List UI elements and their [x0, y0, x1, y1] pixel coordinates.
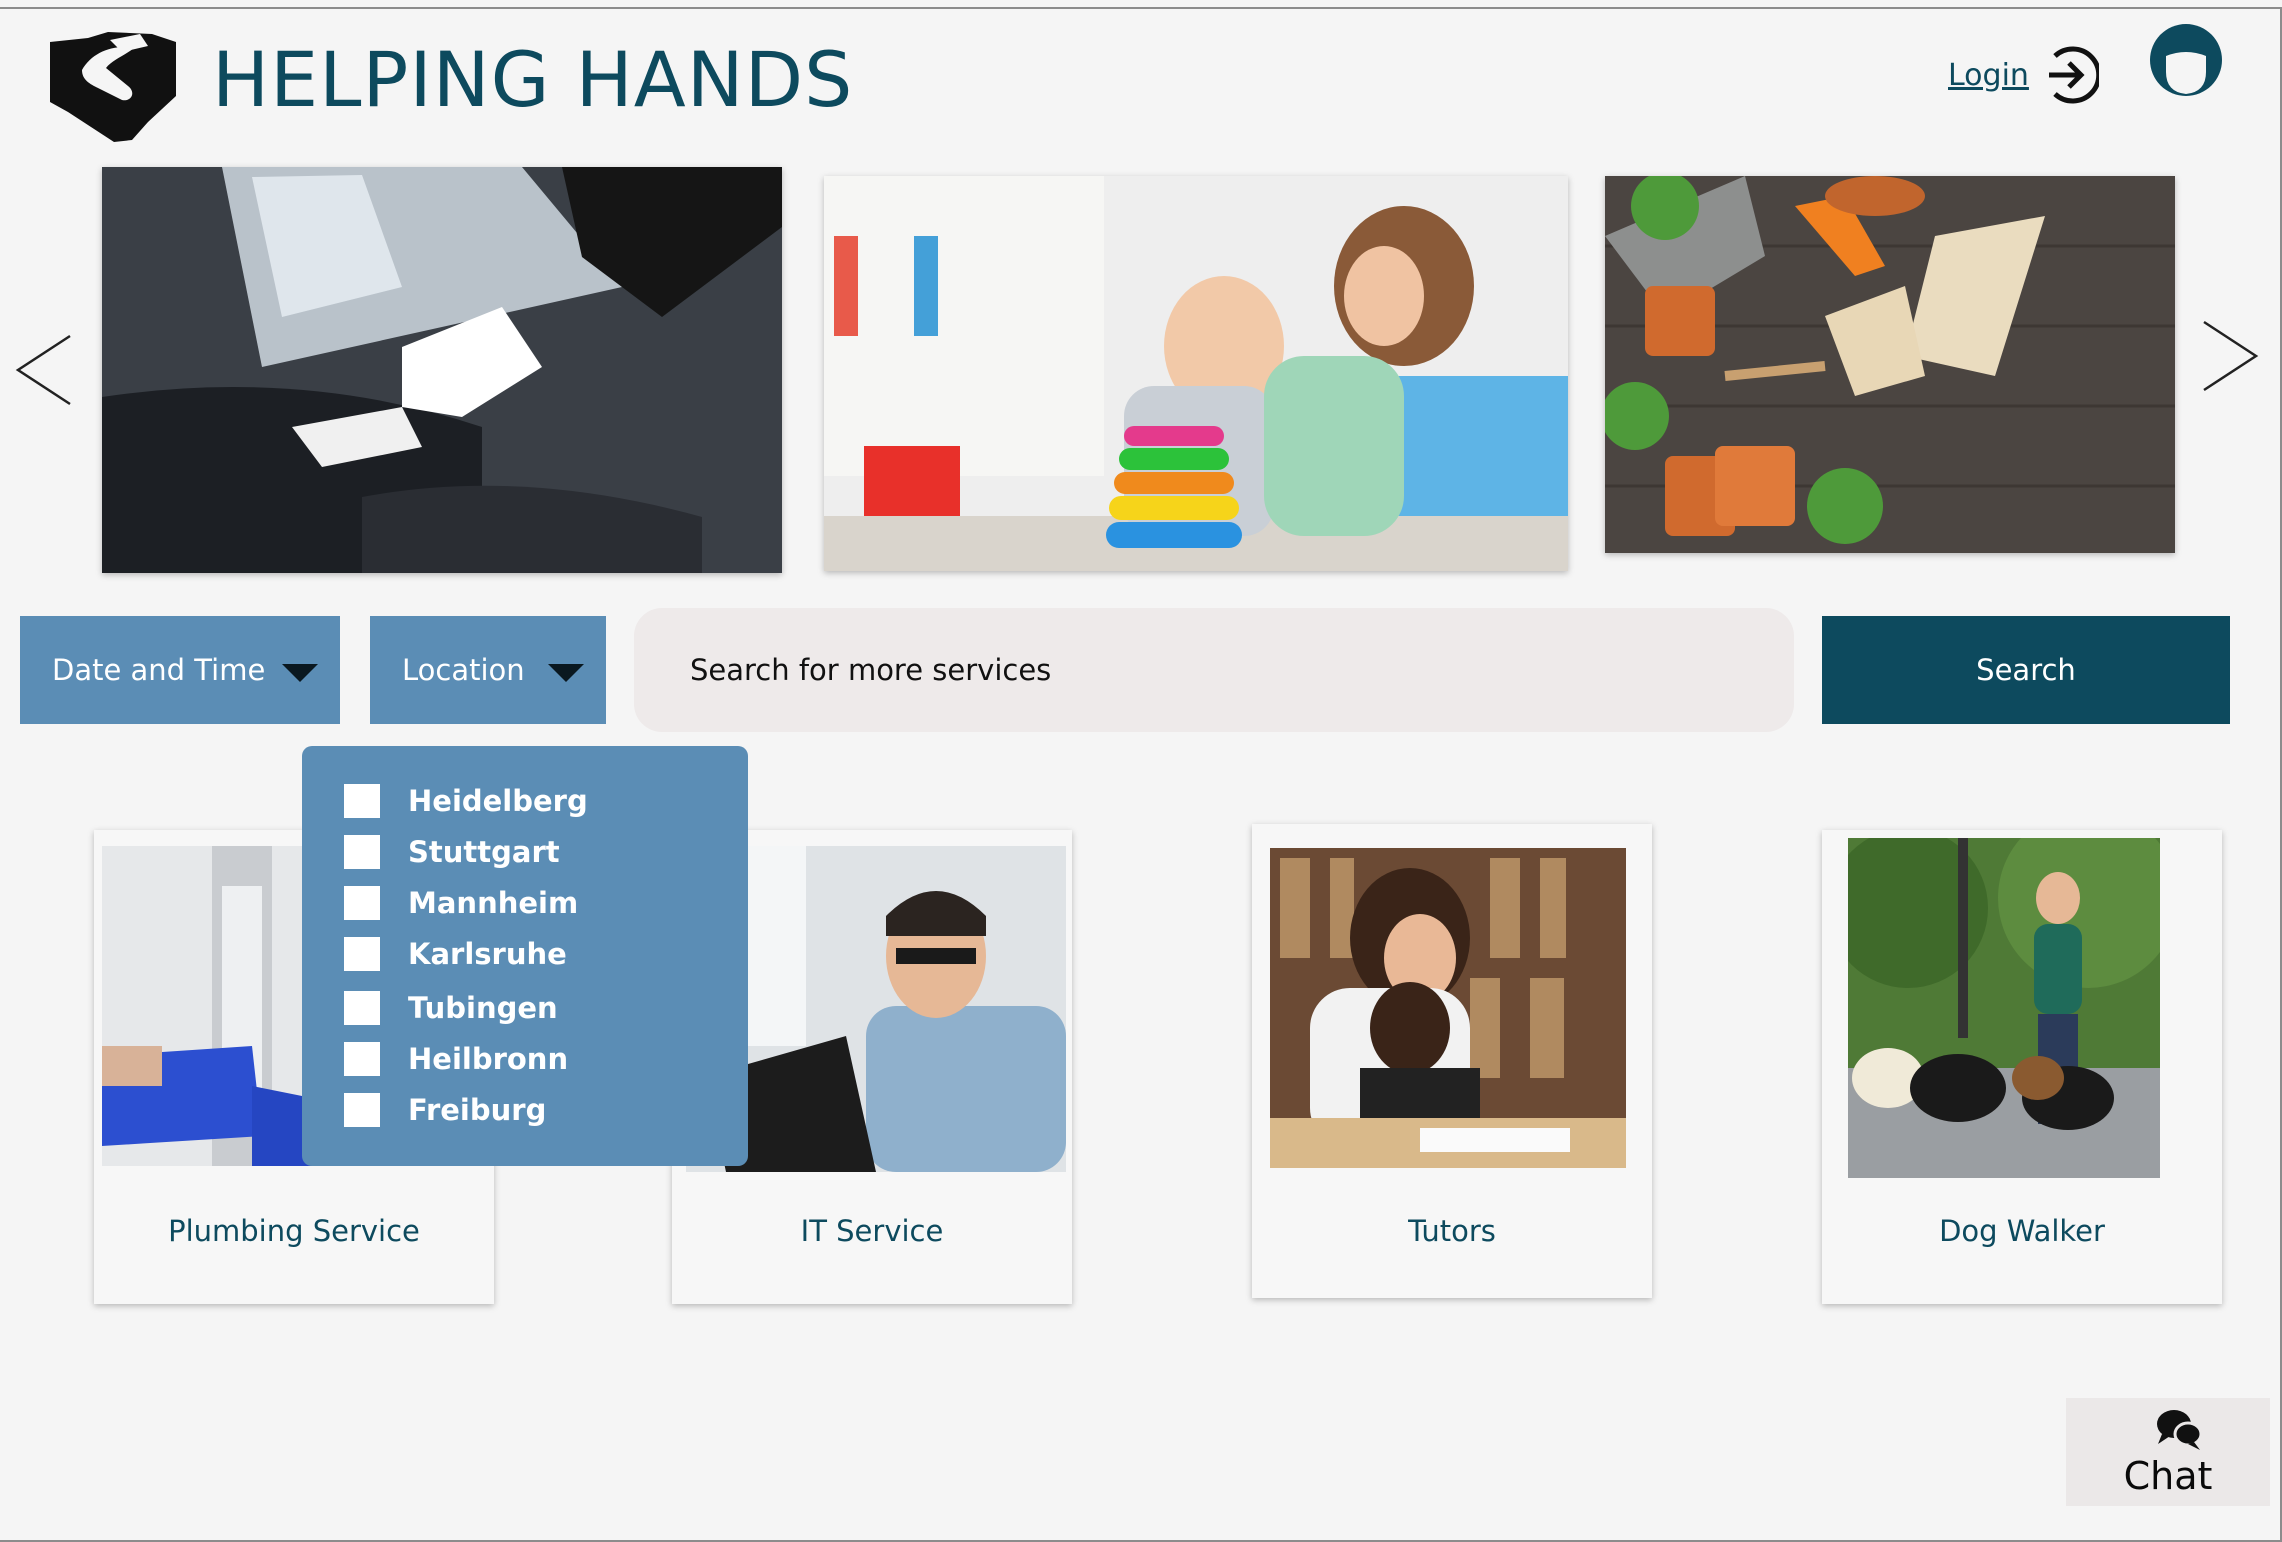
date-time-label: Date and Time: [52, 653, 266, 687]
service-label: Dog Walker: [1939, 1214, 2105, 1248]
login-arrow-icon[interactable]: [2037, 44, 2099, 106]
location-dropdown[interactable]: Location: [370, 616, 606, 724]
service-label: IT Service: [800, 1214, 944, 1248]
search-input[interactable]: [634, 608, 1794, 732]
caret-down-icon: [548, 664, 584, 682]
location-option-mannheim[interactable]: Mannheim: [344, 886, 578, 920]
chat-button[interactable]: Chat: [2066, 1398, 2270, 1506]
user-avatar-icon[interactable]: [2148, 22, 2224, 108]
checkbox[interactable]: [344, 937, 380, 971]
checkbox[interactable]: [344, 1093, 380, 1127]
checkbox[interactable]: [344, 991, 380, 1025]
service-card-dog-walker[interactable]: Dog Walker: [1822, 830, 2222, 1304]
login-label[interactable]: Login: [1948, 58, 2029, 93]
chevron-right-icon[interactable]: [2200, 316, 2260, 396]
checkbox[interactable]: [344, 886, 380, 920]
date-time-dropdown[interactable]: Date and Time: [20, 616, 340, 724]
location-dropdown-menu: Heidelberg Stuttgart Mannheim Karlsruhe …: [302, 746, 748, 1166]
handshake-icon[interactable]: [48, 30, 178, 145]
window-border-top: [0, 7, 2282, 9]
location-option-heidelberg[interactable]: Heidelberg: [344, 784, 588, 818]
location-option-heilbronn[interactable]: Heilbronn: [344, 1042, 568, 1076]
location-label: Location: [402, 653, 525, 687]
tutors-image: [1270, 848, 1626, 1168]
checkbox[interactable]: [344, 784, 380, 818]
location-option-label: Heidelberg: [408, 784, 588, 818]
location-option-stuttgart[interactable]: Stuttgart: [344, 835, 560, 869]
chat-label: Chat: [2123, 1454, 2213, 1498]
location-option-karlsruhe[interactable]: Karlsruhe: [344, 937, 567, 971]
checkbox[interactable]: [344, 1042, 380, 1076]
service-card-tutors[interactable]: Tutors: [1252, 824, 1652, 1298]
chevron-left-icon[interactable]: [14, 330, 74, 410]
carousel-image-gardening[interactable]: [1605, 176, 2175, 553]
service-label: Tutors: [1408, 1214, 1496, 1248]
carousel-image-chauffeur[interactable]: [102, 167, 782, 573]
location-option-label: Mannheim: [408, 886, 579, 920]
carousel-image-childcare[interactable]: [824, 176, 1568, 571]
location-option-label: Heilbronn: [408, 1042, 569, 1076]
location-option-label: Tubingen: [408, 991, 558, 1025]
location-option-tubingen[interactable]: Tubingen: [344, 991, 558, 1025]
brand-title: HELPING HANDS: [212, 35, 854, 124]
caret-down-icon: [282, 664, 318, 682]
chat-bubbles-icon: [2157, 1410, 2203, 1450]
search-button[interactable]: Search: [1822, 616, 2230, 724]
location-option-label: Freiburg: [408, 1093, 547, 1127]
dog-walker-image: [1848, 838, 2160, 1178]
location-option-label: Karlsruhe: [408, 937, 567, 971]
checkbox[interactable]: [344, 835, 380, 869]
login-link[interactable]: Login: [1948, 44, 2099, 106]
location-option-label: Stuttgart: [408, 835, 560, 869]
service-label: Plumbing Service: [168, 1214, 420, 1248]
location-option-freiburg[interactable]: Freiburg: [344, 1093, 546, 1127]
